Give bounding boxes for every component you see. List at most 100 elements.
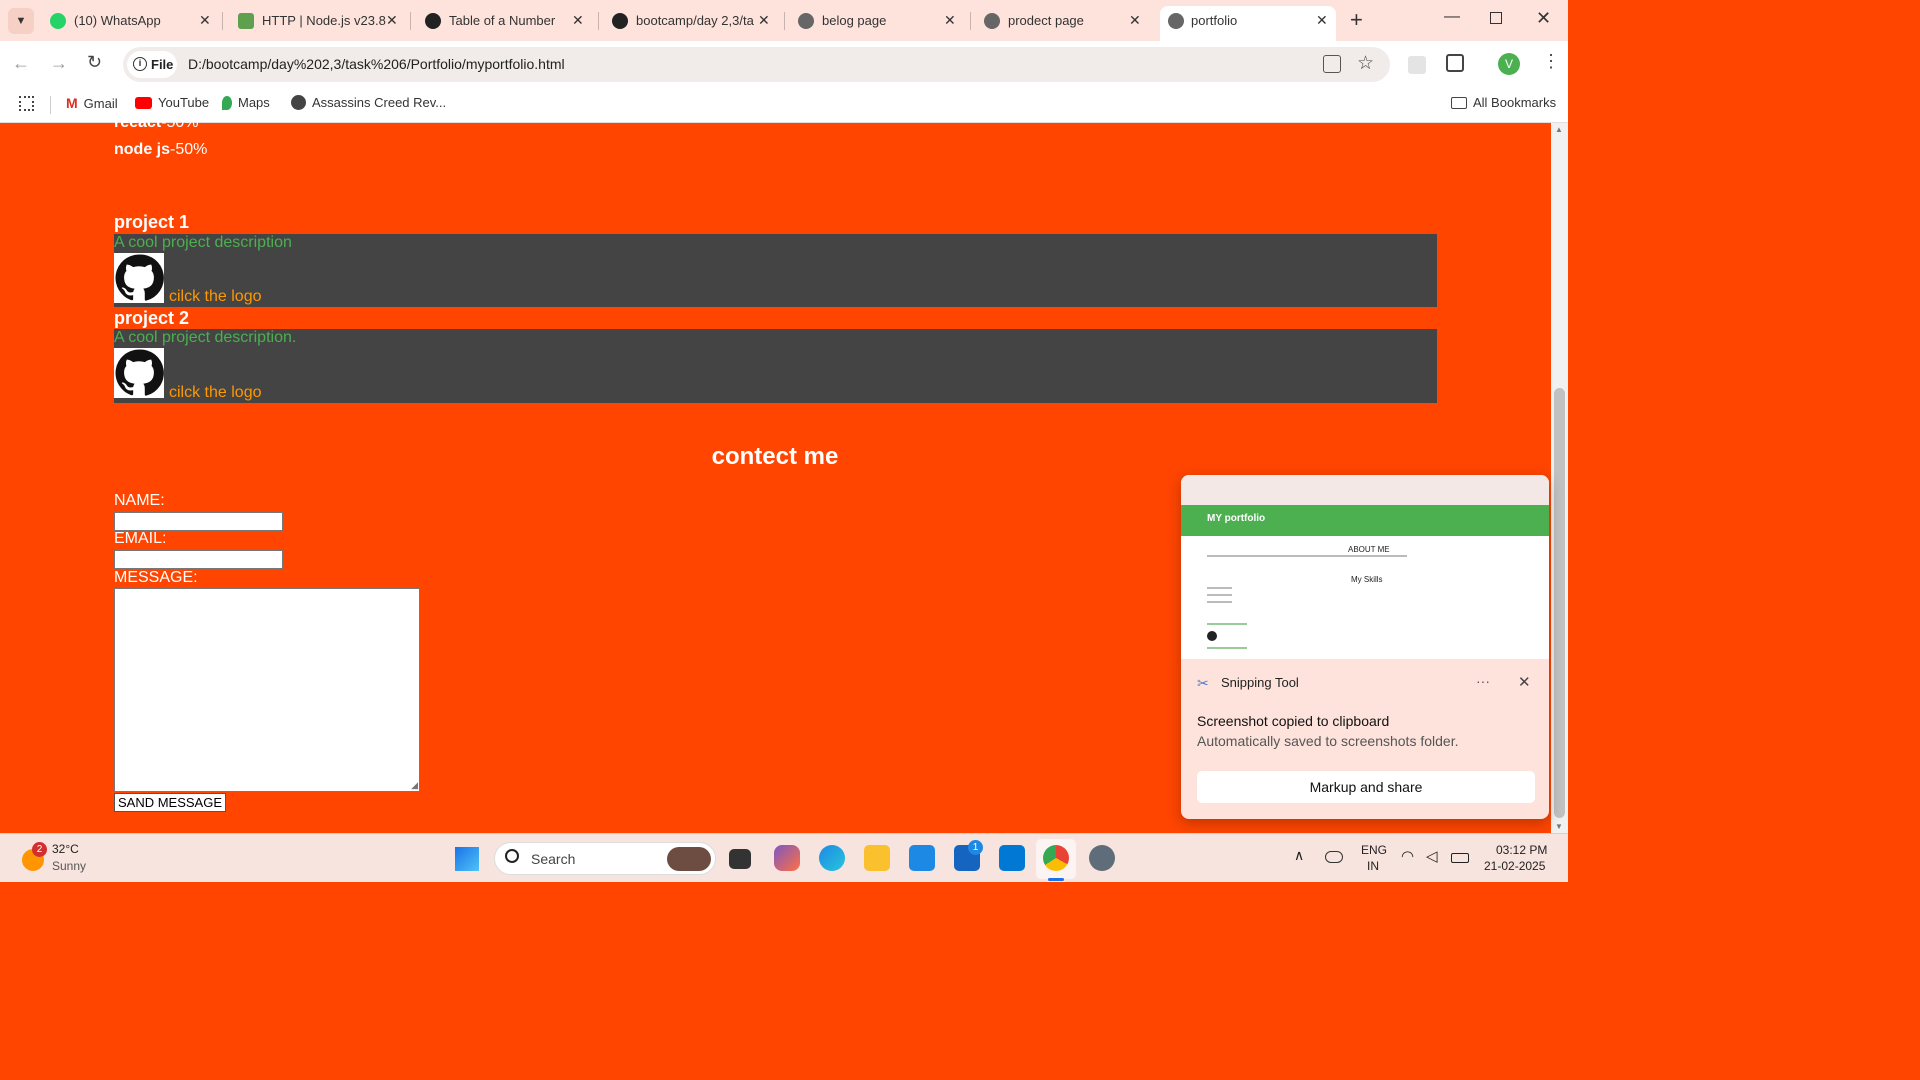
region-indicator[interactable]: IN [1367, 859, 1379, 873]
clock-time[interactable]: 03:12 PM [1496, 843, 1547, 857]
language-indicator[interactable]: ENG [1361, 843, 1387, 857]
close-icon[interactable]: ✕ [386, 12, 398, 29]
resize-handle-icon[interactable]: ◢ [411, 780, 418, 791]
screenshot-preview[interactable]: MY portfolio ABOUT ME My Skills [1181, 475, 1549, 659]
minimize-button[interactable]: — [1444, 8, 1460, 26]
all-bookmarks[interactable]: All Bookmarks [1451, 95, 1556, 110]
tab-table-number[interactable]: Table of a Number ✕ [421, 6, 596, 36]
chevron-down-icon: ▼ [15, 15, 27, 27]
new-tab-button[interactable]: + [1350, 7, 1363, 33]
project-link[interactable]: cilck the logo [169, 384, 262, 402]
close-icon[interactable]: ✕ [758, 12, 770, 29]
github-logo-link[interactable] [114, 348, 164, 398]
site-info-chip[interactable]: i File [127, 51, 177, 78]
tab-github[interactable]: bootcamp/day 2,3/ta ✕ [608, 6, 783, 36]
settings-gear-icon[interactable] [1089, 845, 1115, 871]
email-label: EMAIL: [114, 530, 167, 547]
github-logo-link[interactable] [114, 253, 164, 303]
edge-icon[interactable] [819, 845, 845, 871]
windows-taskbar: 2 32°C Sunny Search 1 ∧ ENG IN ◠ ◁ 03:12… [0, 833, 1568, 882]
copilot-icon[interactable] [774, 845, 800, 871]
close-icon[interactable]: ✕ [1316, 12, 1328, 29]
bookmark-label: Gmail [83, 95, 118, 111]
preview-header: MY portfolio [1181, 505, 1549, 536]
project-description: A cool project description [114, 234, 292, 251]
name-field[interactable] [114, 512, 283, 531]
network-cloud-icon[interactable] [1325, 851, 1343, 863]
bookmark-star-icon[interactable]: ☆ [1357, 52, 1374, 75]
volume-icon[interactable]: ◁ [1426, 847, 1438, 865]
forward-arrow-icon[interactable]: → [50, 53, 68, 74]
email-field[interactable] [114, 550, 283, 569]
toast-app-name: Snipping Tool [1221, 675, 1299, 690]
send-message-button[interactable]: SAND MESSAGE [114, 793, 226, 812]
folder-icon [1451, 96, 1467, 109]
project-card: A cool project description cilck the log… [114, 234, 1437, 307]
close-icon[interactable]: ✕ [572, 12, 584, 29]
bookmark-maps[interactable]: Maps [222, 95, 270, 110]
weather-widget[interactable]: 2 32°C Sunny [20, 842, 100, 876]
markup-and-share-button[interactable]: Markup and share [1197, 771, 1535, 803]
weather-temp: 32°C [52, 842, 79, 856]
scroll-down-icon[interactable]: ▼ [1555, 822, 1563, 831]
tab-whatsapp[interactable]: (10) WhatsApp ✕ [46, 6, 221, 36]
close-window-button[interactable]: ✕ [1536, 8, 1551, 29]
snipping-tool-notification[interactable]: MY portfolio ABOUT ME My Skills ✂ Snippi… [1181, 475, 1549, 819]
tab-title: Table of a Number [449, 13, 556, 28]
bookmark-assassins-creed[interactable]: Assassins Creed Rev... [291, 95, 446, 110]
wifi-icon[interactable]: ◠ [1401, 847, 1414, 865]
tab-search-button[interactable]: ▼ [8, 8, 34, 34]
message-label: MESSAGE: [114, 569, 198, 586]
skill-percent: -50% [161, 114, 199, 131]
chevron-up-icon[interactable]: ∧ [1294, 847, 1304, 864]
toast-more-button[interactable]: ··· [1476, 673, 1490, 689]
vscode-icon[interactable] [999, 845, 1025, 871]
app-icon[interactable] [909, 845, 935, 871]
windows-start-icon[interactable] [455, 847, 479, 871]
clock-date[interactable]: 21-02-2025 [1484, 859, 1545, 873]
skill-name: node js [114, 141, 171, 158]
bookmarks-divider [50, 96, 51, 114]
project-link[interactable]: cilck the logo [169, 288, 262, 306]
scroll-thumb[interactable] [1554, 388, 1565, 818]
tab-prodect-page[interactable]: prodect page ✕ [980, 6, 1155, 36]
restore-button[interactable] [1490, 12, 1502, 24]
menu-kebab-icon[interactable]: ⋮ [1542, 51, 1560, 72]
tab-belog-page[interactable]: belog page ✕ [794, 6, 969, 36]
tab-title: prodect page [1008, 13, 1084, 28]
taskbar-search[interactable]: Search [494, 842, 716, 875]
all-bookmarks-label: All Bookmarks [1473, 95, 1557, 110]
bookmark-youtube[interactable]: YouTube [135, 95, 209, 110]
preview-title: MY portfolio [1207, 513, 1266, 524]
file-label: File [151, 57, 174, 72]
reload-icon[interactable]: ↻ [87, 52, 102, 73]
message-textarea[interactable]: ◢ [114, 588, 420, 792]
puzzle-icon[interactable] [1446, 54, 1464, 72]
task-view-icon[interactable] [729, 849, 751, 869]
preview-github-icon [1207, 631, 1217, 641]
close-icon[interactable]: ✕ [1129, 12, 1141, 29]
scroll-up-icon[interactable]: ▲ [1555, 125, 1563, 134]
apps-grid-icon[interactable] [19, 96, 34, 111]
file-explorer-icon[interactable] [864, 845, 890, 871]
chrome-icon[interactable] [1043, 845, 1069, 871]
address-bar[interactable]: i File D:/bootcamp/day%202,3/task%206/Po… [123, 47, 1390, 82]
translate-icon[interactable] [1323, 55, 1341, 73]
preview-skills: My Skills [1351, 575, 1383, 584]
github-icon [612, 13, 628, 29]
close-icon[interactable]: ✕ [199, 12, 211, 29]
preview-line [1207, 594, 1232, 596]
back-arrow-icon[interactable]: ← [12, 53, 30, 74]
tab-portfolio[interactable]: portfolio ✕ [1160, 6, 1336, 41]
preview-line [1207, 647, 1247, 649]
close-icon[interactable]: ✕ [1518, 673, 1531, 691]
avatar[interactable]: V [1498, 53, 1520, 75]
battery-icon[interactable] [1451, 853, 1469, 863]
tab-nodejs[interactable]: HTTP | Node.js v23.8 ✕ [234, 6, 409, 36]
page-scrollbar[interactable]: ▲ ▼ [1551, 123, 1568, 833]
preview-line [1207, 555, 1407, 557]
toast-message: Screenshot copied to clipboard [1197, 713, 1390, 729]
close-icon[interactable]: ✕ [944, 12, 956, 29]
extension-icon[interactable] [1408, 56, 1426, 74]
bookmark-gmail[interactable]: M Gmail [66, 95, 118, 111]
